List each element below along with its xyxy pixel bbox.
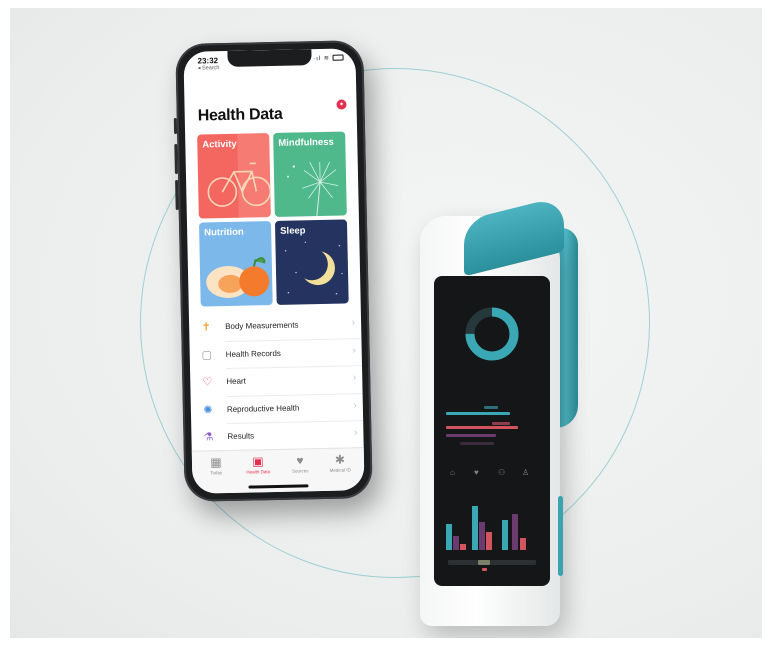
flask-icon: ⚗ <box>203 431 214 444</box>
graph-bar <box>446 524 452 550</box>
signal-icon: ·ıl <box>313 55 322 63</box>
tab-today[interactable]: ▦ Today <box>196 455 236 476</box>
profile-avatar-icon[interactable]: ● <box>336 99 347 110</box>
tab-label: Medical ID <box>329 467 351 473</box>
wifi-icon: ≋ <box>323 55 330 62</box>
metric-bar <box>460 442 494 445</box>
tab-label: Today <box>210 470 223 476</box>
metric-bar <box>446 434 496 437</box>
tile-mindfulness[interactable]: Mindfulness <box>273 131 347 217</box>
status-icons: ·ıl ≋ <box>313 54 344 62</box>
tile-activity[interactable]: Activity <box>197 133 271 219</box>
graph-bar <box>502 520 508 550</box>
chevron-right-icon: › <box>352 344 356 356</box>
clipboard-icon: ▢ <box>201 348 213 362</box>
graph-bar <box>453 536 459 550</box>
list-item-label: Heart <box>226 376 246 387</box>
list-item-body-measurements[interactable]: ✝ Body Measurements › <box>201 311 362 342</box>
tab-label: Health Data <box>246 469 271 475</box>
flower-icon: ✺ <box>203 403 213 417</box>
metric-bar <box>446 412 510 415</box>
phone-notch <box>227 49 312 67</box>
metric-bar <box>484 406 498 409</box>
status-time: 23:32 <box>197 56 219 66</box>
tab-medical-id[interactable]: ✱ Medical ID <box>320 452 360 473</box>
graph-bar <box>460 544 466 550</box>
list-item-label: Body Measurements <box>225 320 299 332</box>
health-category-list: ✝ Body Measurements › ▢ Health Records ›… <box>189 311 364 452</box>
list-item-label: Reproductive Health <box>226 403 300 414</box>
product-photo-background: 23:32 ◂ Search ·ıl ≋ ● Health Data Activ… <box>10 8 762 638</box>
category-tiles: Activity Mindfulness Nutrition Sleep <box>197 131 349 310</box>
metric-bar <box>446 426 518 429</box>
graph-bar <box>479 522 485 550</box>
phone-volume-up <box>174 143 178 175</box>
heart-icon: ♡ <box>202 376 213 389</box>
heart-icon[interactable]: ♥ <box>474 468 479 477</box>
graph-bar <box>520 538 526 550</box>
device-side-strip <box>558 496 563 576</box>
phone-volume-down <box>175 179 179 211</box>
tile-sleep[interactable]: Sleep <box>274 219 349 305</box>
tab-sources[interactable]: ♥ Sources <box>280 453 320 474</box>
tab-label: Sources <box>291 468 309 474</box>
tile-sleep-label: Sleep <box>280 225 306 237</box>
list-item-health-records[interactable]: ▢ Health Records › <box>201 338 363 370</box>
tab-bar: ▦ Today ▣ Health Data ♥ Sources ✱ Medica… <box>191 447 365 494</box>
timeline-handle[interactable] <box>478 560 490 565</box>
progress-ring <box>465 307 519 361</box>
chevron-right-icon: › <box>353 399 357 411</box>
chevron-right-icon: › <box>352 372 357 384</box>
asterisk-icon: ✱ <box>334 452 346 467</box>
person-icon[interactable]: ♙ <box>522 468 529 477</box>
tab-health-data[interactable]: ▣ Health Data <box>238 454 278 475</box>
smartphone: 23:32 ◂ Search ·ıl ≋ ● Health Data Activ… <box>173 40 373 502</box>
figure-icon: ✝ <box>201 321 211 334</box>
home-indicator[interactable] <box>248 484 309 489</box>
timeline-track[interactable] <box>448 560 536 565</box>
chevron-right-icon: › <box>353 427 358 439</box>
calendar-icon: ▦ <box>210 455 222 470</box>
metric-bar <box>492 422 510 425</box>
tile-mindfulness-label: Mindfulness <box>278 136 334 149</box>
list-item-reproductive-health[interactable]: ✺ Reproductive Health › <box>203 393 364 425</box>
people-icon[interactable]: ⚇ <box>498 468 505 477</box>
tile-activity-label: Activity <box>202 138 237 151</box>
device-screen: ⌂ ♥ ⚇ ♙ <box>434 276 550 586</box>
list-item-label: Health Records <box>225 348 281 359</box>
back-to-search-link[interactable]: ◂ Search <box>198 65 220 71</box>
phone-screen: 23:32 ◂ Search ·ıl ≋ ● Health Data Activ… <box>183 48 365 494</box>
heart-shield-icon: ♥ <box>296 453 304 468</box>
graph-bar <box>486 532 492 550</box>
page-title: Health Data <box>197 105 283 125</box>
list-item-heart[interactable]: ♡ Heart › <box>202 366 363 397</box>
list-item-label: Results <box>227 431 255 442</box>
phone-mute-switch <box>173 118 178 135</box>
handheld-medical-device: ⌂ ♥ ⚇ ♙ <box>420 195 578 626</box>
bar-graph <box>444 494 540 550</box>
graph-bar <box>472 506 478 550</box>
battery-icon <box>332 54 344 62</box>
tile-nutrition[interactable]: Nutrition <box>198 221 273 307</box>
grid-icon: ▣ <box>252 454 264 469</box>
tile-nutrition-label: Nutrition <box>204 226 244 239</box>
home-icon[interactable]: ⌂ <box>450 468 455 477</box>
timeline-marker <box>482 568 487 571</box>
graph-bar <box>512 514 518 550</box>
chevron-right-icon: › <box>351 317 356 329</box>
